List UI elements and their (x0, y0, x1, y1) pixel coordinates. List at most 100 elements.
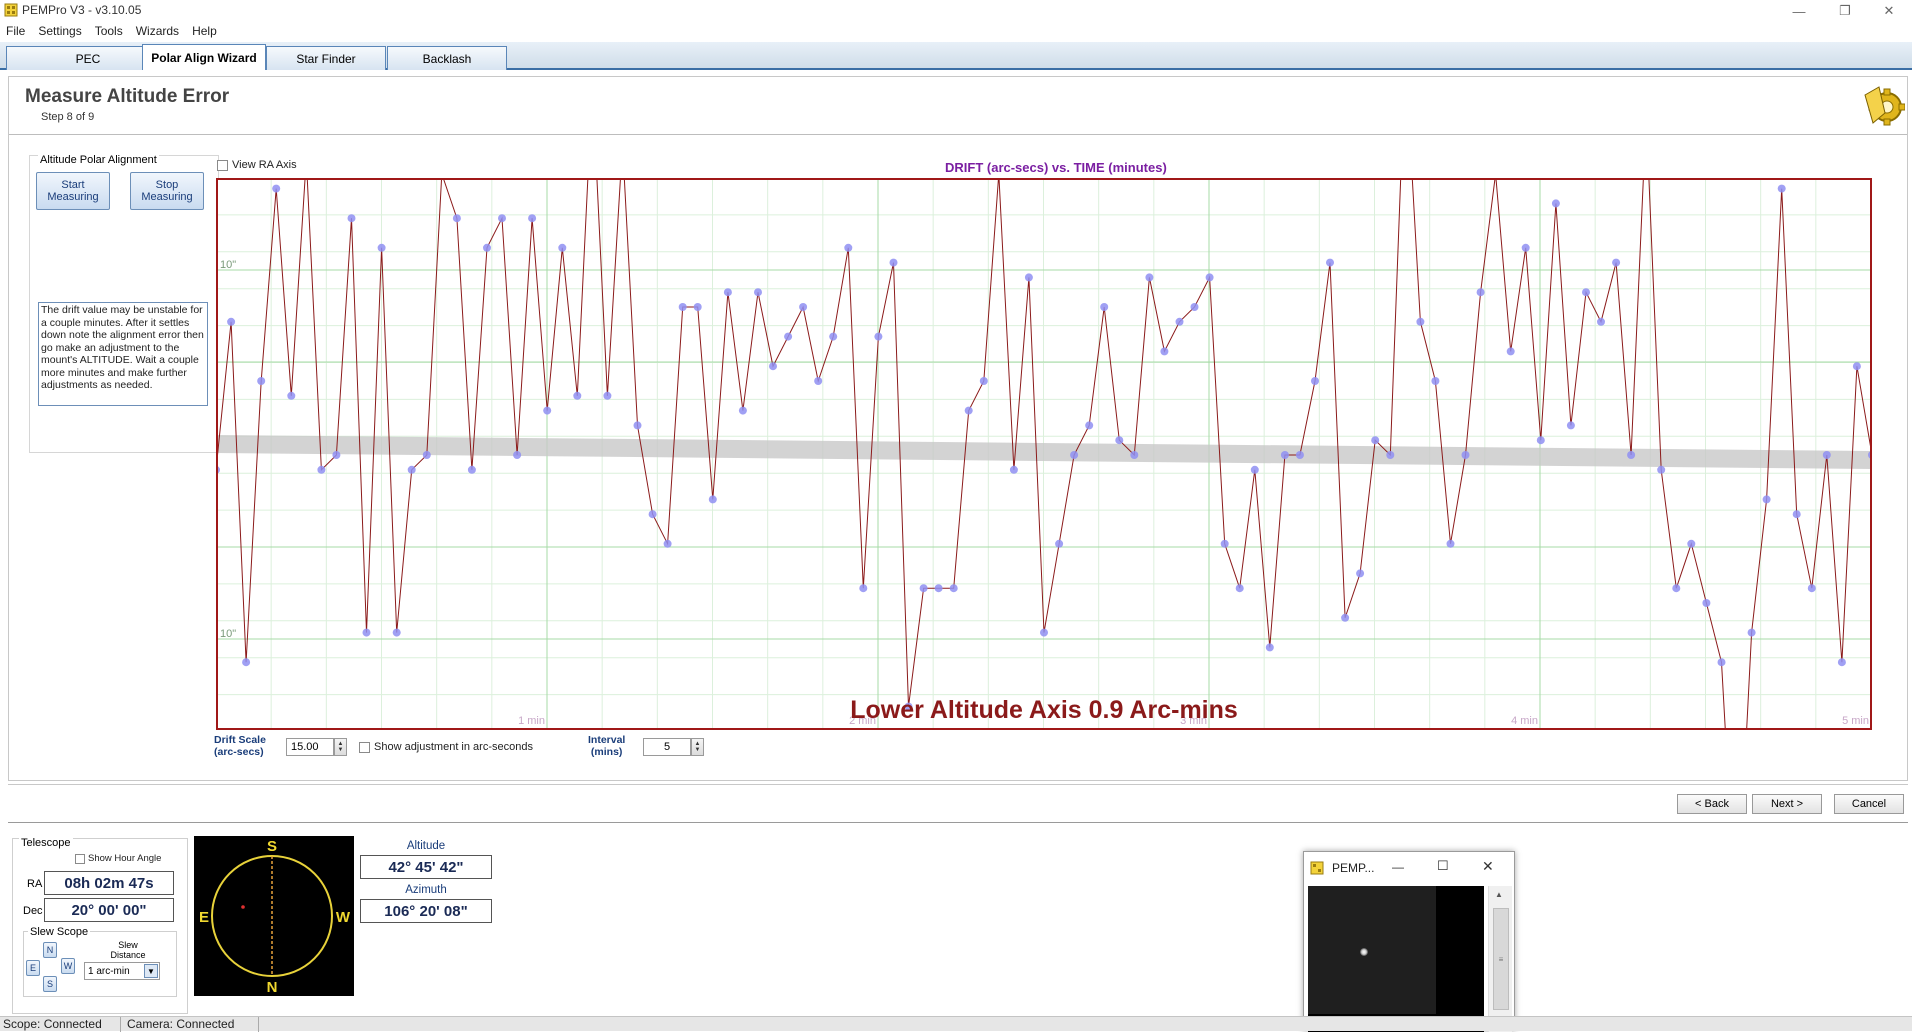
data-point (633, 421, 642, 430)
drift-scale-label: Drift Scale (arc-secs) (214, 734, 266, 758)
data-point (919, 584, 928, 593)
data-point (377, 243, 386, 252)
azimuth-value: 106° 20' 08" (360, 899, 492, 923)
slew-north-button[interactable]: N (43, 942, 57, 958)
menu-file[interactable]: File (0, 22, 32, 42)
minimize-icon[interactable]: — (1776, 0, 1822, 22)
scroll-up-icon[interactable]: ▲ (1495, 890, 1503, 899)
data-point (1386, 451, 1395, 459)
data-point (1792, 510, 1801, 519)
data-point (332, 451, 341, 459)
show-hour-angle-check[interactable] (75, 853, 85, 864)
interval-spinner-icon[interactable]: ▲ ▼ (691, 738, 704, 756)
tab-polar-align-wizard[interactable]: Polar Align Wizard (142, 44, 266, 70)
data-point (723, 288, 732, 297)
mini-minimize-icon[interactable]: — (1392, 860, 1404, 874)
data-point (1250, 465, 1259, 474)
menu-settings[interactable]: Settings (32, 22, 88, 42)
compass-n-label: N (267, 979, 278, 996)
next-button[interactable]: Next > (1752, 794, 1822, 814)
altitude-value: 42° 45' 42" (360, 855, 492, 879)
compass-view: S N E W (194, 836, 354, 996)
back-button[interactable]: < Back (1677, 794, 1747, 814)
restore-icon[interactable]: ❐ (1822, 0, 1868, 22)
data-point (1416, 317, 1425, 326)
data-point (257, 377, 266, 385)
slew-south-button[interactable]: S (43, 976, 57, 992)
x-tick-label: 1 min (518, 715, 545, 727)
start-measuring-button[interactable]: Start Measuring (36, 172, 110, 210)
data-point (859, 584, 868, 593)
chevron-down-icon[interactable]: ▼ (144, 964, 158, 978)
interval-input[interactable]: 5 (643, 738, 691, 756)
drift-scale-input[interactable]: 15.00 (286, 738, 334, 756)
data-point (513, 451, 522, 459)
slew-scope-group: Slew Scope N E W S Slew Distance 1 arc-m… (23, 926, 177, 997)
data-point (648, 510, 657, 519)
data-point (1085, 421, 1094, 430)
drift-scale-spinner-icon[interactable]: ▲ ▼ (334, 738, 347, 756)
tab-backlash[interactable]: Backlash (387, 46, 507, 70)
close-icon[interactable]: ✕ (1866, 0, 1912, 22)
menu-wizards[interactable]: Wizards (130, 22, 186, 42)
data-point (1461, 451, 1470, 459)
stop-measuring-button[interactable]: Stop Measuring (130, 172, 204, 210)
status-bar: Scope: Connected Camera: Connected (0, 1016, 1912, 1032)
data-point (1371, 436, 1380, 445)
data-point (1506, 347, 1515, 356)
data-point (272, 184, 281, 193)
data-point (362, 628, 371, 637)
tab-strip: PEC Polar Align Wizard Star Finder Backl… (0, 42, 1912, 70)
data-point (1747, 628, 1756, 637)
data-point (1009, 465, 1018, 474)
mini-title-bar: PEMP... — ☐ ✕ (1304, 852, 1514, 884)
data-point (1657, 465, 1666, 474)
data-point (1687, 539, 1696, 548)
view-ra-axis-check[interactable] (217, 159, 228, 171)
mini-maximize-icon[interactable]: ☐ (1437, 858, 1449, 874)
data-point (1852, 362, 1861, 371)
data-point (1160, 347, 1169, 356)
show-hour-angle-checkbox[interactable]: Show Hour Angle (75, 853, 161, 864)
data-point (543, 406, 552, 415)
title-bar: PEMPro V3 - v3.10.05 — ❐ ✕ (0, 0, 1912, 22)
show-adjustment-check[interactable] (359, 741, 370, 753)
view-ra-axis-checkbox[interactable]: View RA Axis (217, 159, 297, 171)
slew-distance-select[interactable]: 1 arc-min ▼ (84, 962, 160, 980)
data-point (1220, 539, 1229, 548)
camera-frame (1308, 886, 1436, 1014)
data-point (1822, 451, 1831, 459)
slew-east-button[interactable]: E (26, 960, 40, 976)
camera-preview-window[interactable]: PEMP... — ☐ ✕ ▲ ≡ (1303, 851, 1515, 1032)
cancel-button[interactable]: Cancel (1834, 794, 1904, 814)
data-point (498, 214, 506, 223)
mini-close-icon[interactable]: ✕ (1482, 858, 1494, 875)
data-point (708, 495, 717, 504)
data-point (678, 303, 687, 311)
tab-star-finder[interactable]: Star Finder (266, 46, 386, 70)
data-point (1341, 613, 1350, 622)
telescope-group: Telescope Show Hour Angle RA 08h 02m 47s… (12, 837, 188, 1014)
mini-scrollbar[interactable]: ▲ ≡ (1488, 886, 1512, 1032)
data-point (242, 658, 251, 667)
data-point (889, 258, 898, 267)
altitude-alignment-group: Altitude Polar Alignment Start Measuring… (29, 154, 219, 453)
data-point (1777, 184, 1786, 193)
data-point (1837, 658, 1846, 667)
data-point (1476, 288, 1485, 297)
menu-tools[interactable]: Tools (89, 22, 130, 42)
slew-west-button[interactable]: W (61, 958, 75, 974)
data-point (1672, 584, 1681, 593)
menu-help[interactable]: Help (186, 22, 224, 42)
scroll-thumb[interactable]: ≡ (1493, 908, 1509, 1010)
show-adjustment-checkbox[interactable]: Show adjustment in arc-seconds (359, 741, 533, 753)
compass-w-label: W (336, 909, 351, 926)
data-point (1536, 436, 1545, 445)
data-point (829, 332, 838, 341)
window-title: PEMPro V3 - v3.10.05 (22, 3, 142, 17)
y-tick-label: 10" (220, 259, 236, 271)
data-point (964, 406, 973, 415)
dec-value: 20° 00' 00" (44, 898, 174, 922)
camera-status: Camera: Connected (127, 1017, 235, 1031)
x-tick-label: 5 min (1842, 715, 1869, 727)
